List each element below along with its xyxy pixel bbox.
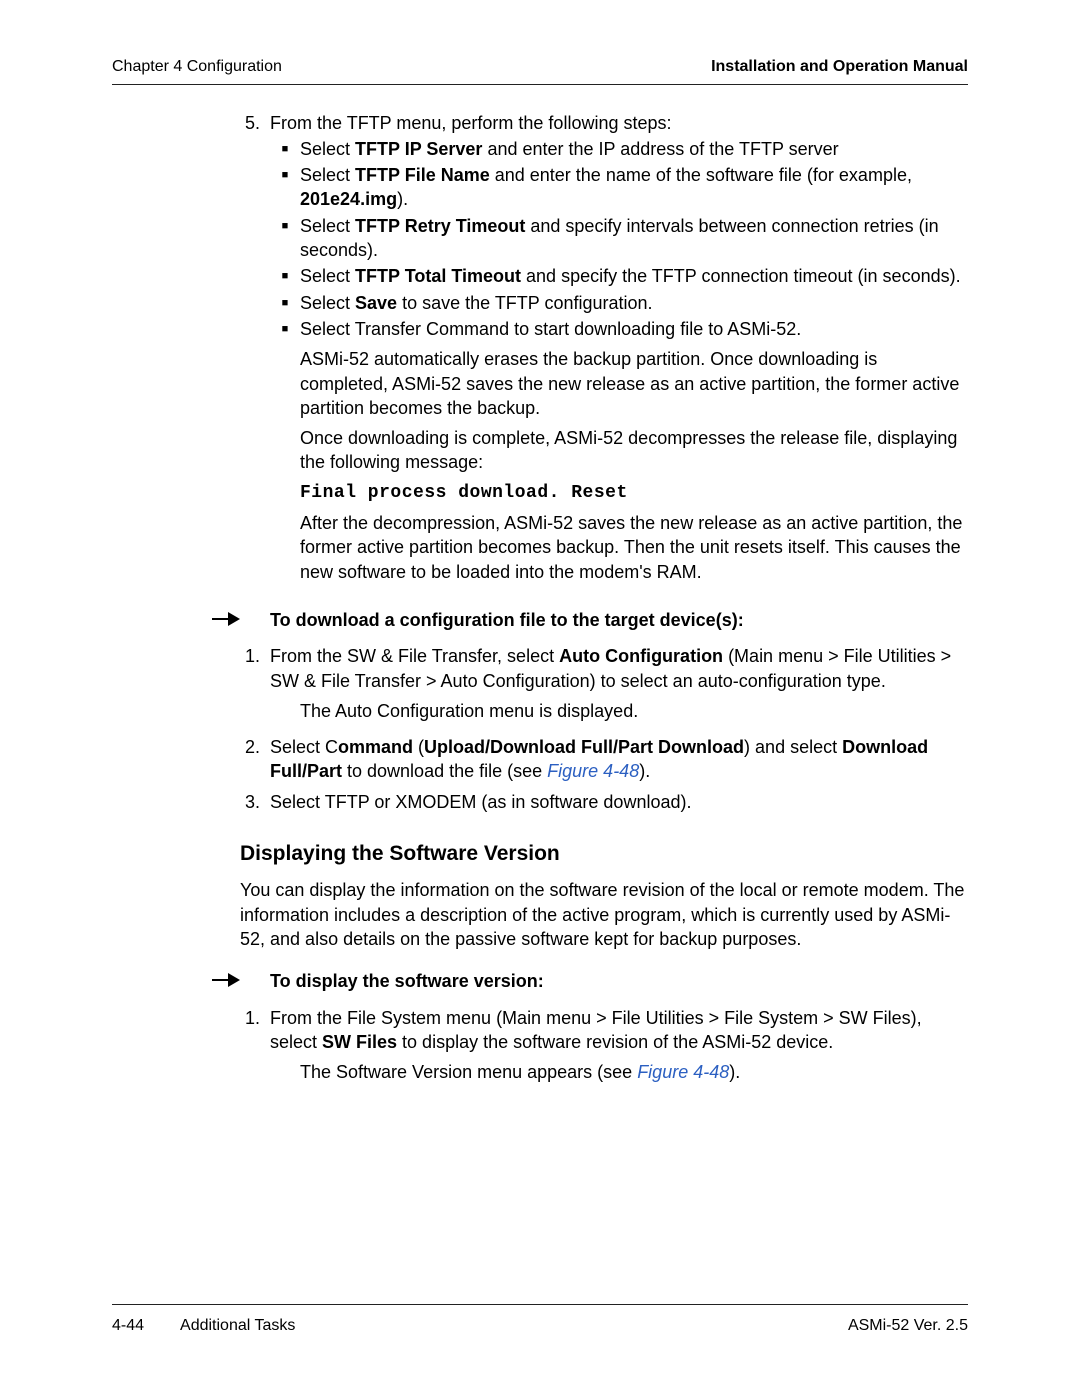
body-content: 5. From the TFTP menu, perform the follo… bbox=[112, 111, 968, 1091]
section-heading: Displaying the Software Version bbox=[240, 840, 968, 868]
step-body: From the File System menu (Main menu > F… bbox=[270, 1006, 968, 1091]
bullet-item: ■ Select TFTP File Name and enter the na… bbox=[270, 163, 968, 212]
result-text: The Auto Configuration menu is displayed… bbox=[300, 699, 968, 723]
figure-link[interactable]: Figure 4-48 bbox=[637, 1062, 729, 1082]
bullet-item: ■ Select TFTP Total Timeout and specify … bbox=[270, 264, 968, 288]
step-5: 5. From the TFTP menu, perform the follo… bbox=[240, 111, 968, 590]
step-body: Select Command (Upload/Download Full/Par… bbox=[270, 735, 968, 784]
step-body: Select TFTP or XMODEM (as in software do… bbox=[270, 790, 968, 814]
bullet-item: ■ Select TFTP Retry Timeout and specify … bbox=[270, 214, 968, 263]
bullet-item: ■ Select TFTP IP Server and enter the IP… bbox=[270, 137, 968, 161]
bullet-icon: ■ bbox=[270, 291, 300, 315]
page: Chapter 4 Configuration Installation and… bbox=[0, 0, 1080, 1397]
page-footer: 4-44 Additional Tasks ASMi-52 Ver. 2.5 bbox=[112, 1304, 968, 1337]
bullet-icon: ■ bbox=[270, 214, 300, 263]
procedure-title: To display the software version: bbox=[270, 969, 968, 995]
step-1: 1. From the File System menu (Main menu … bbox=[240, 1006, 968, 1091]
arrow-icon bbox=[112, 969, 270, 995]
step-number: 2. bbox=[240, 735, 270, 784]
bullet-text: Select TFTP IP Server and enter the IP a… bbox=[300, 137, 968, 161]
step-number: 1. bbox=[240, 644, 270, 729]
bullet-icon: ■ bbox=[270, 137, 300, 161]
procedure-heading: To download a configuration file to the … bbox=[112, 608, 968, 634]
paragraph: Once downloading is complete, ASMi-52 de… bbox=[300, 426, 968, 475]
step-number: 1. bbox=[240, 1006, 270, 1091]
header-chapter: Chapter 4 Configuration bbox=[112, 56, 282, 78]
bullet-text: Select TFTP Total Timeout and specify th… bbox=[300, 264, 968, 288]
step-body: From the TFTP menu, perform the followin… bbox=[270, 111, 968, 590]
bullet-icon: ■ bbox=[270, 317, 300, 341]
footer-version: ASMi-52 Ver. 2.5 bbox=[848, 1315, 968, 1337]
step-number: 3. bbox=[240, 790, 270, 814]
step-lead: From the TFTP menu, perform the followin… bbox=[270, 111, 968, 135]
step-1: 1. From the SW & File Transfer, select A… bbox=[240, 644, 968, 729]
console-output: Final process download. Reset bbox=[300, 481, 968, 505]
bullet-icon: ■ bbox=[270, 264, 300, 288]
bullet-text: Select Save to save the TFTP configurati… bbox=[300, 291, 968, 315]
paragraph: After the decompression, ASMi-52 saves t… bbox=[300, 511, 968, 584]
bullet-text: Select TFTP File Name and enter the name… bbox=[300, 163, 968, 212]
page-header: Chapter 4 Configuration Installation and… bbox=[112, 56, 968, 85]
bullet-item: ■ Select Transfer Command to start downl… bbox=[270, 317, 968, 341]
result-text: The Software Version menu appears (see F… bbox=[300, 1060, 968, 1084]
page-number: 4-44 bbox=[112, 1315, 144, 1337]
arrow-icon bbox=[112, 608, 270, 634]
procedure-title: To download a configuration file to the … bbox=[270, 608, 968, 634]
step-3: 3. Select TFTP or XMODEM (as in software… bbox=[240, 790, 968, 814]
header-manual-title: Installation and Operation Manual bbox=[711, 56, 968, 78]
figure-link[interactable]: Figure 4-48 bbox=[547, 761, 639, 781]
footer-left: 4-44 Additional Tasks bbox=[112, 1315, 295, 1337]
step-body: From the SW & File Transfer, select Auto… bbox=[270, 644, 968, 729]
bullet-text: Select Transfer Command to start downloa… bbox=[300, 317, 968, 341]
bullet-text: Select TFTP Retry Timeout and specify in… bbox=[300, 214, 968, 263]
paragraph: You can display the information on the s… bbox=[240, 878, 968, 951]
bullet-item: ■ Select Save to save the TFTP configura… bbox=[270, 291, 968, 315]
paragraph: ASMi-52 automatically erases the backup … bbox=[300, 347, 968, 420]
step-2: 2. Select Command (Upload/Download Full/… bbox=[240, 735, 968, 784]
footer-section: Additional Tasks bbox=[180, 1315, 295, 1337]
bullet-icon: ■ bbox=[270, 163, 300, 212]
step-number: 5. bbox=[240, 111, 270, 590]
procedure-heading: To display the software version: bbox=[112, 969, 968, 995]
